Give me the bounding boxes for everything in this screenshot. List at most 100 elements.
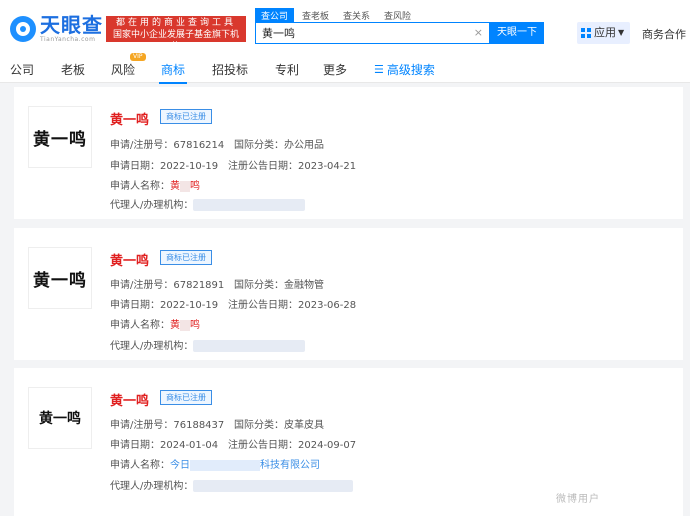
trademark-card[interactable]: 黄一鸣 黄一鸣 商标已注册 申请/注册号：67821891 国际分类：金融物管 …	[14, 228, 683, 360]
value-intl-class: 办公用品	[284, 140, 324, 151]
redacted-agent	[193, 199, 306, 211]
trademark-name[interactable]: 黄一鸣	[110, 250, 149, 269]
nav-item-boss[interactable]: 老板	[61, 61, 85, 78]
redacted-text	[180, 180, 190, 192]
value-apply-date: 2022-10-19	[160, 161, 219, 172]
vip-badge: VIP	[130, 53, 146, 61]
top-header: 天眼查 TianYancha.com 都在用的商业查询工具 国家中小企业发展子基…	[0, 0, 690, 57]
logo-title: 天眼查	[40, 13, 103, 37]
logo-subtitle: TianYancha.com	[40, 36, 96, 43]
row-regno: 申请/注册号：76188437 国际分类：皮革皮具	[110, 416, 324, 431]
row-agent: 代理人/办理机构：	[110, 477, 354, 492]
label-publish-date: 注册公告日期：	[228, 300, 298, 311]
filter-icon: ☰	[374, 63, 384, 76]
row-applicant: 申请人名称：黄鸣	[110, 316, 200, 331]
grid-icon	[581, 28, 591, 38]
label-reg-no: 申请/注册号：	[110, 280, 174, 291]
label-apply-date: 申请日期：	[110, 440, 160, 451]
search-box: ×	[255, 22, 490, 44]
trademark-image[interactable]: 黄一鸣	[28, 106, 92, 168]
label-intl-class: 国际分类：	[234, 420, 284, 431]
label-intl-class: 国际分类：	[234, 140, 284, 151]
advanced-search-link[interactable]: ☰ 高级搜索	[374, 61, 435, 78]
nav-item-more[interactable]: 更多	[323, 61, 347, 78]
business-cooperation-link[interactable]: 商务合作	[642, 26, 686, 42]
search-tab-company[interactable]: 查公司	[255, 8, 295, 23]
value-reg-no: 67821891	[173, 280, 225, 291]
redacted-text	[180, 319, 190, 331]
row-agent: 代理人/办理机构：	[110, 337, 306, 352]
redacted-agent	[193, 480, 354, 492]
publish-date: 注册公告日期：2023-06-28	[228, 296, 356, 311]
category-nav: 公司 老板 风险 VIP 商标 招投标 专利 更多 ☰ 高级搜索	[0, 53, 690, 84]
intl-class: 国际分类：金融物管	[234, 276, 324, 291]
search-input[interactable]	[262, 26, 462, 39]
clear-icon[interactable]: ×	[474, 26, 483, 39]
label-intl-class: 国际分类：	[234, 280, 284, 291]
row-dates: 申请日期：2022-10-19 注册公告日期：2023-04-21	[110, 157, 356, 172]
label-reg-no: 申请/注册号：	[110, 420, 174, 431]
status-badge: 商标已注册	[160, 250, 212, 265]
nav-item-risk[interactable]: 风险	[111, 61, 135, 78]
label-applicant: 申请人名称：	[110, 181, 170, 192]
applicant-name-right[interactable]: 科技有限公司	[260, 460, 320, 471]
applicant-name-right[interactable]: 鸣	[190, 181, 200, 192]
trademark-image[interactable]: 黄一鸣	[28, 247, 92, 309]
nav-item-bidding[interactable]: 招投标	[212, 61, 248, 78]
publish-date: 注册公告日期：2024-09-07	[228, 436, 356, 451]
slogan-banner: 都在用的商业查询工具 国家中小企业发展子基金旗下机构	[106, 16, 246, 52]
site-logo[interactable]: 天眼查 TianYancha.com	[10, 14, 103, 44]
applicant-name-right[interactable]: 鸣	[190, 320, 200, 331]
value-publish-date: 2023-06-28	[298, 300, 357, 311]
search-tab-boss[interactable]: 查老板	[296, 8, 335, 23]
nav-item-trademark[interactable]: 商标	[158, 61, 188, 84]
trademark-name[interactable]: 黄一鸣	[110, 390, 149, 409]
redacted-agent	[193, 340, 306, 352]
row-dates: 申请日期：2022-10-19 注册公告日期：2023-06-28	[110, 296, 356, 311]
applicant-name-left[interactable]: 黄	[170, 181, 180, 192]
row-regno: 申请/注册号：67821891 国际分类：金融物管	[110, 276, 324, 291]
label-apply-date: 申请日期：	[110, 161, 160, 172]
app-menu-label: 应用	[594, 26, 616, 39]
trademark-image[interactable]: 黄一鸣	[28, 387, 92, 449]
slogan-line-2: 国家中小企业发展子基金旗下机构	[112, 30, 239, 52]
row-applicant: 申请人名称：黄鸣	[110, 177, 200, 192]
row-agent: 代理人/办理机构：	[110, 196, 306, 211]
value-apply-date: 2022-10-19	[160, 300, 219, 311]
label-agent: 代理人/办理机构：	[110, 200, 194, 211]
nav-item-company[interactable]: 公司	[10, 61, 34, 78]
value-apply-date: 2024-01-04	[160, 440, 219, 451]
advanced-search-label: 高级搜索	[386, 63, 435, 77]
app-menu-button[interactable]: 应用 ▼	[577, 22, 630, 44]
search-tab-relation[interactable]: 查关系	[337, 8, 376, 23]
value-publish-date: 2023-04-21	[298, 161, 357, 172]
status-badge: 商标已注册	[160, 390, 212, 405]
value-intl-class: 金融物管	[284, 280, 324, 291]
label-agent: 代理人/办理机构：	[110, 341, 194, 352]
row-dates: 申请日期：2024-01-04 注册公告日期：2024-09-07	[110, 436, 356, 451]
value-publish-date: 2024-09-07	[298, 440, 357, 451]
value-intl-class: 皮革皮具	[284, 420, 324, 431]
row-regno: 申请/注册号：67816214 国际分类：办公用品	[110, 136, 324, 151]
label-apply-date: 申请日期：	[110, 300, 160, 311]
label-agent: 代理人/办理机构：	[110, 481, 194, 492]
applicant-name-left[interactable]: 黄	[170, 320, 180, 331]
applicant-name-left[interactable]: 今日	[170, 460, 190, 471]
publish-date: 注册公告日期：2023-04-21	[228, 157, 356, 172]
label-reg-no: 申请/注册号：	[110, 140, 174, 151]
value-reg-no: 67816214	[173, 140, 225, 151]
label-applicant: 申请人名称：	[110, 460, 170, 471]
slogan-line-1: 都在用的商业查询工具	[115, 18, 236, 28]
intl-class: 国际分类：皮革皮具	[234, 416, 324, 431]
intl-class: 国际分类：办公用品	[234, 136, 324, 151]
trademark-card[interactable]: 黄一鸣 黄一鸣 商标已注册 申请/注册号：67816214 国际分类：办公用品 …	[14, 87, 683, 219]
nav-item-patent[interactable]: 专利	[275, 61, 299, 78]
row-applicant: 申请人名称：今日 科技有限公司	[110, 456, 320, 471]
trademark-name[interactable]: 黄一鸣	[110, 109, 149, 128]
eye-logo-icon	[10, 16, 36, 42]
search-tab-risk[interactable]: 查风险	[378, 8, 417, 23]
caret-down-icon: ▼	[618, 28, 625, 37]
redacted-text	[190, 459, 260, 471]
label-publish-date: 注册公告日期：	[228, 440, 298, 451]
search-button[interactable]: 天眼一下	[490, 22, 544, 44]
